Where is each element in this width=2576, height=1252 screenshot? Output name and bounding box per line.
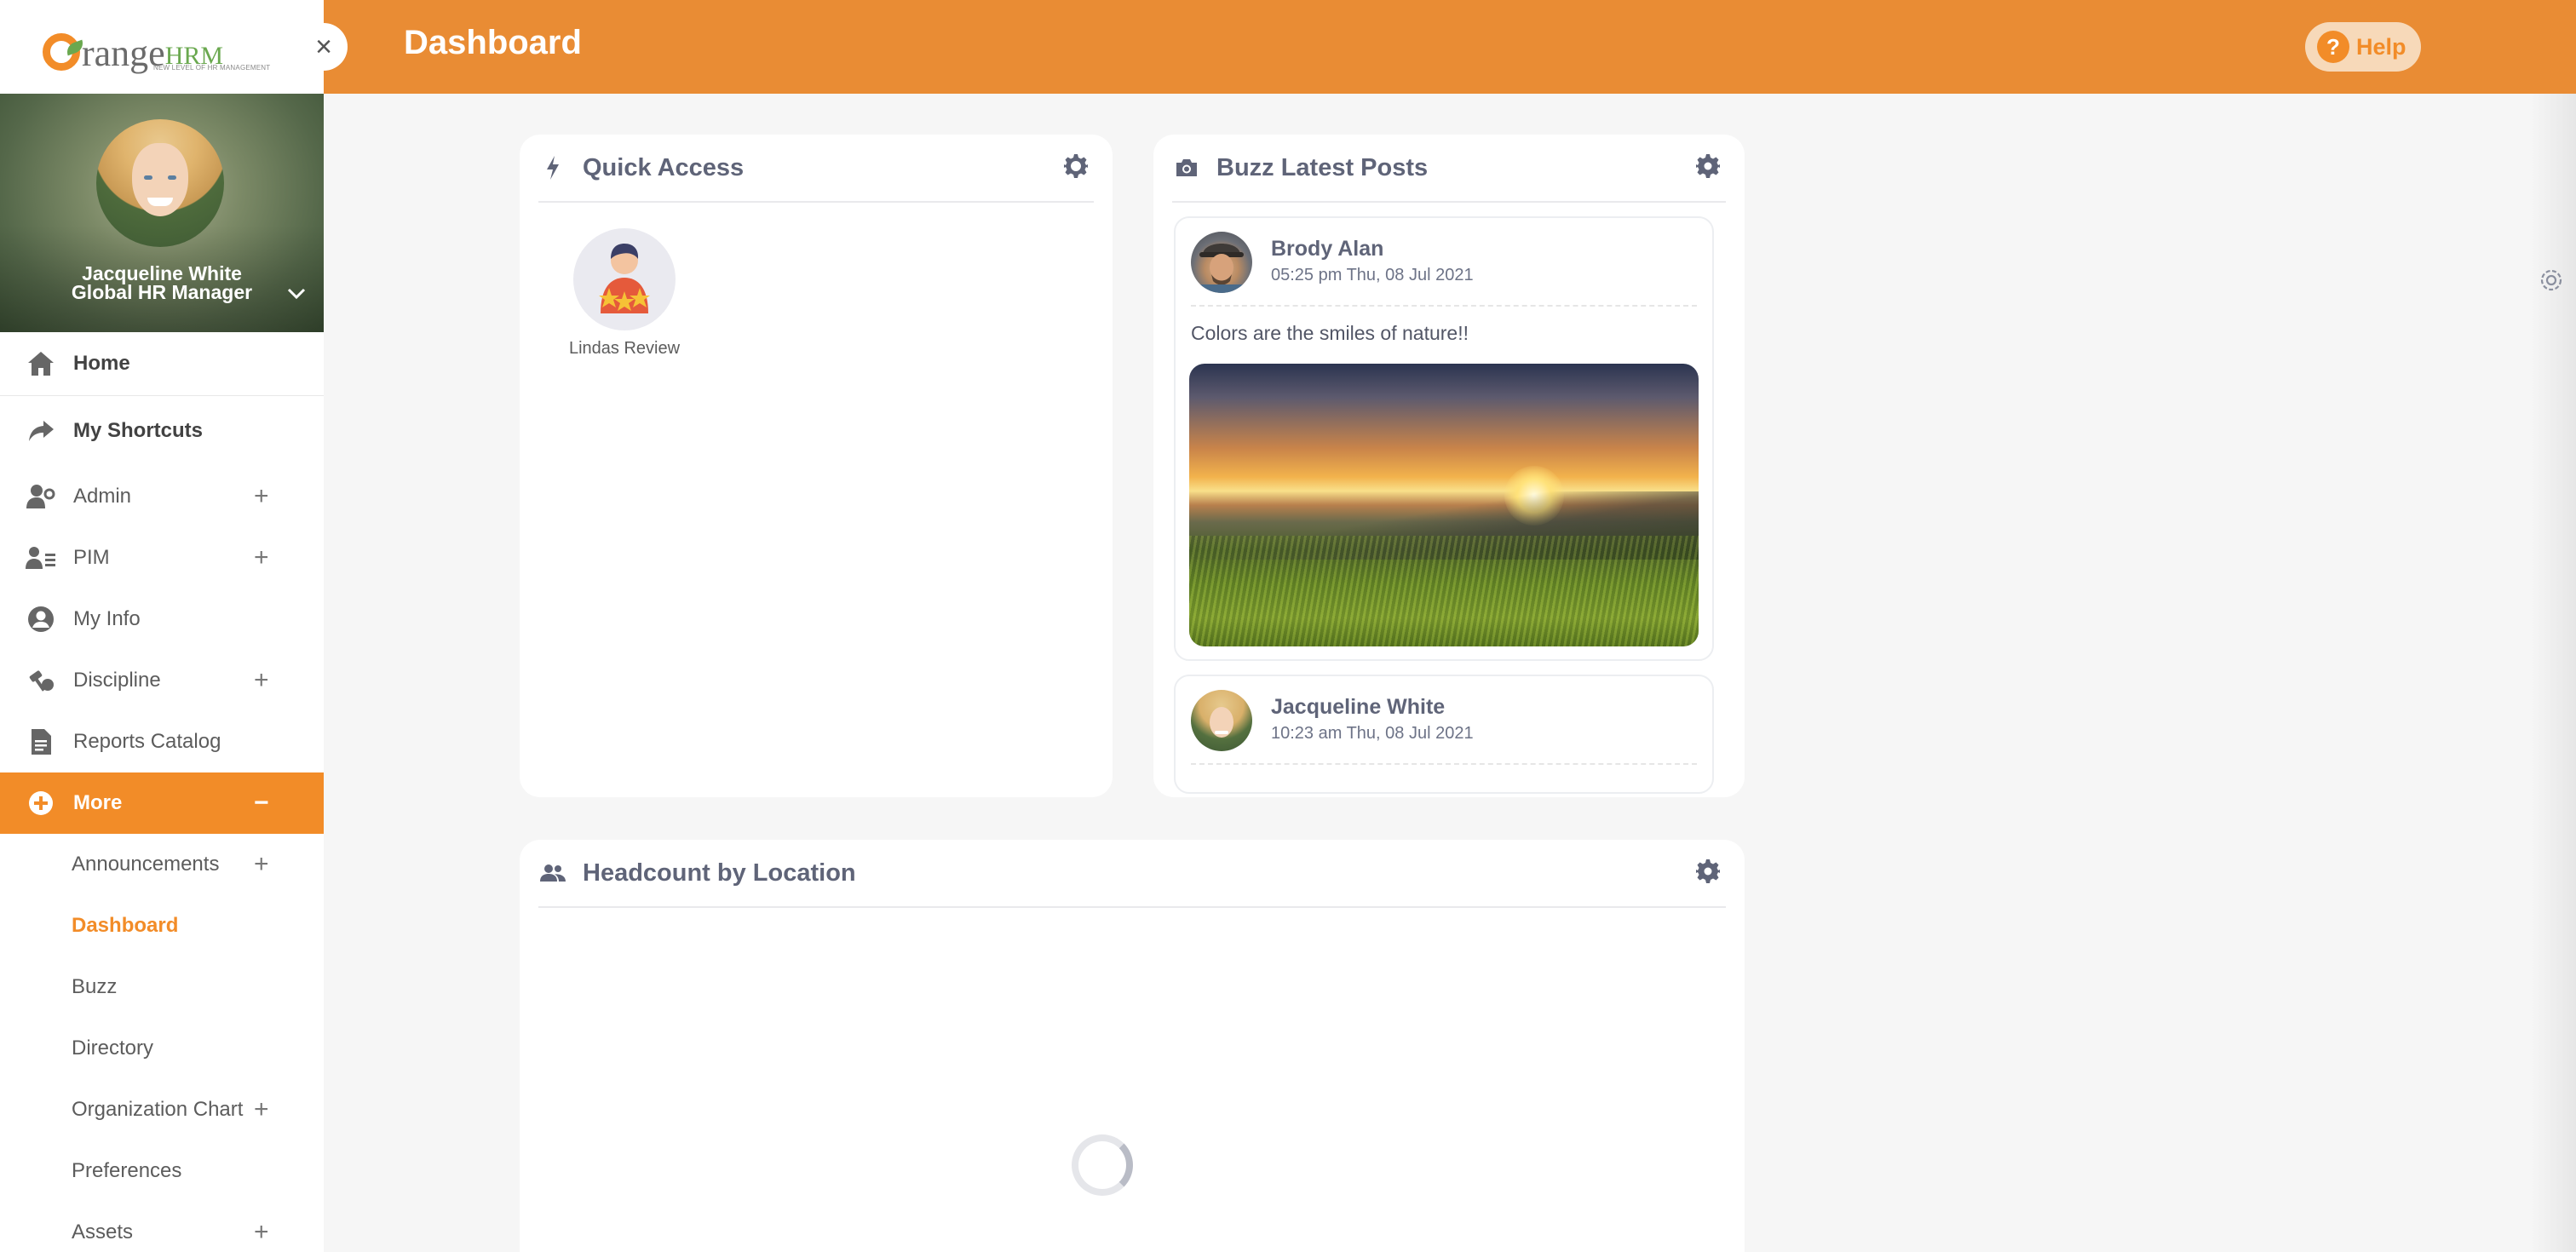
sidebar-item-label: Assets	[72, 1220, 134, 1243]
card-header: Buzz Latest Posts	[1172, 135, 1726, 203]
buzz-post[interactable]: Brody Alan 05:25 pm Thu, 08 Jul 2021 Col…	[1174, 216, 1714, 661]
sidebar-item-more[interactable]: More −	[0, 772, 324, 834]
buzz-post[interactable]: Jacqueline White 10:23 am Thu, 08 Jul 20…	[1174, 675, 1714, 794]
camera-icon	[1172, 153, 1201, 182]
quick-access-card: Quick Access Lindas Review	[520, 135, 1113, 797]
sidebar-item-home[interactable]: Home	[0, 332, 324, 395]
help-button[interactable]: ? Help	[2305, 22, 2421, 72]
sidebar-item-label: Preferences	[72, 1159, 182, 1182]
expand-icon[interactable]: +	[254, 543, 269, 572]
post-image[interactable]	[1189, 364, 1699, 646]
sidebar-item-label: Dashboard	[72, 914, 179, 937]
sidebar-item-label: Admin	[73, 485, 132, 508]
gear-icon[interactable]	[1063, 153, 1089, 179]
avatar[interactable]	[1191, 232, 1252, 293]
profile-panel: Jacqueline White Global HR Manager	[0, 94, 324, 332]
sidebar-subitem-dashboard[interactable]: Dashboard	[0, 895, 324, 956]
close-icon: ×	[315, 31, 332, 63]
sidebar-item-reports-catalog[interactable]: Reports Catalog	[0, 711, 324, 772]
sidebar-item-label: Announcements	[72, 853, 220, 876]
gavel-icon	[26, 665, 56, 696]
user-circle-icon	[26, 604, 56, 635]
gear-icon[interactable]	[1695, 859, 1721, 884]
logo-bar: range HRM NEW LEVEL OF HR MANAGEMENT	[0, 0, 324, 94]
sidebar-item-label: My Shortcuts	[73, 419, 204, 442]
card-title: Quick Access	[583, 153, 745, 181]
page-title: Dashboard	[404, 24, 582, 61]
home-icon	[26, 348, 56, 379]
id-card-icon	[26, 543, 56, 573]
user-gear-icon	[26, 481, 56, 512]
sidebar-item-label: Reports Catalog	[73, 730, 221, 753]
sidebar-close-button[interactable]: ×	[300, 23, 348, 71]
sidebar-subitem-assets[interactable]: Assets +	[0, 1202, 324, 1252]
avatar	[96, 119, 224, 247]
profile-dropdown-chevron-icon[interactable]	[287, 279, 306, 306]
sidebar-item-label: Organization Chart	[72, 1098, 244, 1121]
gear-icon[interactable]	[1695, 153, 1721, 179]
expand-icon[interactable]: +	[254, 1095, 269, 1124]
sidebar-item-discipline[interactable]: Discipline +	[0, 650, 324, 711]
report-file-icon	[26, 727, 56, 757]
sidebar-item-pim[interactable]: PIM +	[0, 527, 324, 589]
sidebar-subitem-organization-chart[interactable]: Organization Chart +	[0, 1079, 324, 1140]
plus-circle-icon	[26, 788, 56, 818]
review-stars-icon	[573, 228, 676, 330]
card-title: Headcount by Location	[583, 859, 856, 887]
post-header: Jacqueline White 10:23 am Thu, 08 Jul 20…	[1191, 676, 1697, 765]
logo-tagline: NEW LEVEL OF HR MANAGEMENT	[153, 64, 271, 72]
share-arrow-icon	[26, 416, 56, 446]
expand-icon[interactable]: +	[254, 850, 269, 879]
top-bar: Dashboard ? Help	[324, 0, 2576, 94]
expand-icon[interactable]: +	[254, 482, 269, 511]
sidebar-item-label: Buzz	[72, 975, 118, 998]
help-icon: ?	[2317, 31, 2349, 63]
profile-role: Global HR Manager	[71, 281, 253, 303]
orangehrm-logo[interactable]: range HRM NEW LEVEL OF HR MANAGEMENT	[43, 21, 270, 72]
sidebar-subitem-buzz[interactable]: Buzz	[0, 956, 324, 1018]
sidebar-item-admin[interactable]: Admin +	[0, 466, 324, 527]
card-header: Headcount by Location	[538, 840, 1726, 908]
help-label: Help	[2356, 33, 2406, 60]
sidebar-item-label: Home	[73, 352, 130, 375]
quick-access-label: Lindas Review	[568, 339, 681, 358]
quick-access-item-lindas-review[interactable]: Lindas Review	[561, 228, 688, 359]
main-nav: Home My Shortcuts Admin + PIM + My Info …	[0, 332, 324, 1252]
headcount-by-location-card: Headcount by Location	[520, 840, 1745, 1252]
card-title: Buzz Latest Posts	[1216, 153, 1429, 181]
loading-spinner-icon	[1072, 1134, 1133, 1196]
collapse-icon[interactable]: −	[254, 789, 269, 818]
sidebar-item-label: More	[73, 791, 123, 814]
settings-gear-icon[interactable]	[2537, 266, 2566, 295]
sidebar-item-my-shortcuts[interactable]: My Shortcuts	[0, 396, 324, 466]
users-icon	[538, 859, 567, 887]
post-header: Brody Alan 05:25 pm Thu, 08 Jul 2021	[1191, 218, 1697, 307]
sidebar-item-label: PIM	[73, 546, 110, 569]
lightning-icon	[538, 153, 567, 182]
post-author[interactable]: Brody Alan	[1271, 237, 1383, 261]
avatar[interactable]	[1191, 690, 1252, 751]
sidebar-item-label: Directory	[72, 1037, 154, 1060]
sidebar: range HRM NEW LEVEL OF HR MANAGEMENT Jac…	[0, 0, 324, 1252]
post-author[interactable]: Jacqueline White	[1271, 695, 1445, 720]
card-header: Quick Access	[538, 135, 1094, 203]
sidebar-subitem-preferences[interactable]: Preferences	[0, 1140, 324, 1202]
sidebar-item-my-info[interactable]: My Info	[0, 589, 324, 650]
sidebar-subitem-announcements[interactable]: Announcements +	[0, 834, 324, 895]
expand-icon[interactable]: +	[254, 666, 269, 695]
post-text: Colors are the smiles of nature!!	[1191, 322, 1469, 344]
sidebar-subitem-directory[interactable]: Directory	[0, 1018, 324, 1079]
post-time: 10:23 am Thu, 08 Jul 2021	[1271, 724, 1474, 743]
sidebar-item-label: My Info	[73, 607, 141, 630]
post-time: 05:25 pm Thu, 08 Jul 2021	[1271, 266, 1474, 284]
logo-orange-icon	[43, 33, 86, 71]
buzz-latest-posts-card: Buzz Latest Posts Brody Alan 05:25 pm Th…	[1153, 135, 1745, 797]
sidebar-item-label: Discipline	[73, 669, 161, 692]
expand-icon[interactable]: +	[254, 1218, 269, 1247]
